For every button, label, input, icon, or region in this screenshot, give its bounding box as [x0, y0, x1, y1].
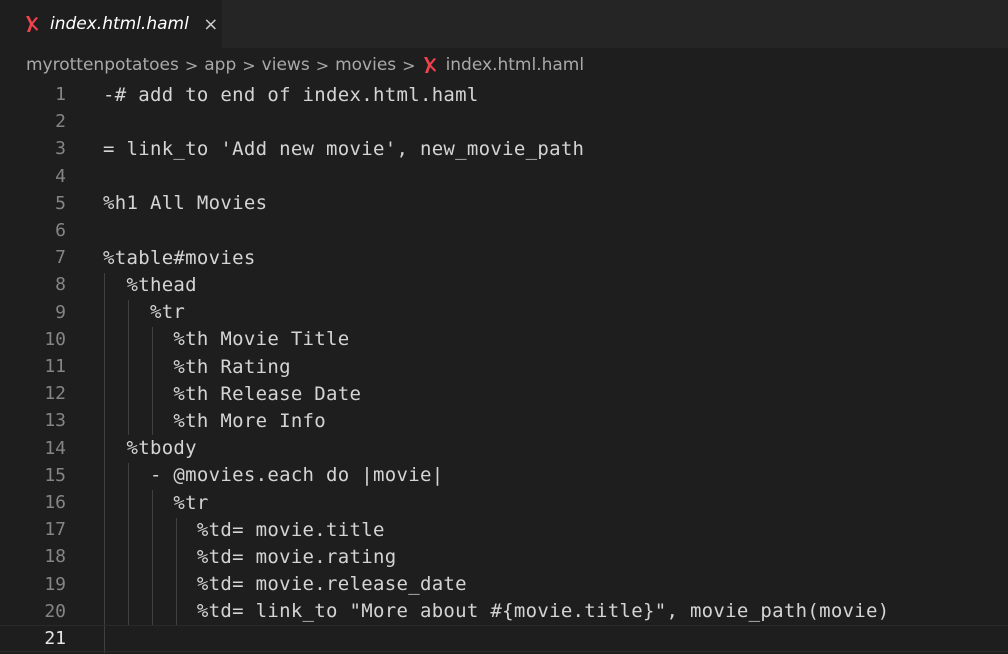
line-number: 14	[44, 437, 66, 459]
line-number: 5	[55, 192, 66, 214]
code-text: %td= movie.rating	[103, 545, 397, 568]
line-number: 8	[55, 274, 66, 296]
code-line[interactable]: 3 = link_to 'Add new movie', new_movie_pa…	[0, 135, 1008, 162]
code-line[interactable]: 8 %thead	[0, 271, 1008, 298]
line-number: 4	[55, 165, 66, 187]
code-line[interactable]: 13 %th More Info	[0, 407, 1008, 434]
code-line[interactable]: 19 %td= movie.release_date	[0, 571, 1008, 598]
code-line[interactable]: 11 %th Rating	[0, 353, 1008, 380]
code-editor[interactable]: 1 -# add to end of index.html.haml 2 3 = lin…	[0, 82, 1008, 654]
line-number: 11	[44, 356, 66, 377]
code-text: %h1 All Movies	[103, 192, 268, 215]
code-line[interactable]: 12 %th Release Date	[0, 380, 1008, 407]
line-number: 3	[55, 138, 66, 160]
code-text: %tr	[103, 491, 209, 514]
line-number: 7	[55, 247, 66, 269]
chevron-right-icon: >	[242, 55, 256, 75]
code-text: %thead	[103, 273, 197, 296]
code-line[interactable]: 10 %th Movie Title	[0, 326, 1008, 353]
code-text: = link_to 'Add new movie', new_movie_pat…	[103, 137, 585, 160]
code-line[interactable]: 4	[0, 163, 1008, 190]
code-line[interactable]: 5 %h1 All Movies	[0, 190, 1008, 217]
line-number: 13	[44, 410, 66, 432]
line-number: 6	[55, 220, 66, 241]
breadcrumb-item-app[interactable]: app	[204, 55, 236, 75]
code-line[interactable]: 1 -# add to end of index.html.haml	[0, 81, 1008, 108]
code-line[interactable]: 20 %td= link_to "More about #{movie.titl…	[0, 598, 1008, 625]
line-number: 1	[55, 84, 66, 105]
code-line[interactable]: 14 %tbody	[0, 435, 1008, 462]
line-number: 17	[44, 519, 66, 541]
code-text: %td= link_to "More about #{movie.title}"…	[103, 600, 890, 623]
code-text: - @movies.each do |movie|	[103, 464, 444, 487]
code-text: %td= movie.title	[103, 518, 385, 541]
code-line[interactable]: 2	[0, 108, 1008, 135]
tab-label: index.html.haml	[50, 14, 189, 34]
line-number: 2	[55, 111, 66, 133]
code-text: -# add to end of index.html.haml	[103, 83, 479, 106]
code-line[interactable]: 18 %td= movie.rating	[0, 543, 1008, 570]
code-line[interactable]: 16 %tr	[0, 489, 1008, 516]
breadcrumb-item-movies[interactable]: movies	[335, 55, 396, 75]
chevron-right-icon: >	[184, 55, 199, 75]
haml-file-icon	[24, 15, 40, 33]
line-number: 9	[55, 301, 66, 323]
line-number: 18	[44, 546, 66, 568]
code-line[interactable]: 17 %td= movie.title	[0, 516, 1008, 543]
code-line[interactable]: 21	[0, 625, 1008, 652]
code-line[interactable]: 7 %table#movies	[0, 244, 1008, 271]
breadcrumb-item-myrottenpotatoes[interactable]: myrottenpotatoes	[26, 55, 179, 75]
code-line[interactable]: 15 - @movies.each do |movie|	[0, 462, 1008, 489]
line-number: 12	[44, 383, 66, 405]
breadcrumb-item-file[interactable]: index.html.haml	[422, 55, 585, 75]
line-number: 20	[44, 600, 66, 622]
line-number: 21	[44, 628, 66, 649]
haml-file-icon	[422, 56, 438, 74]
line-number: 16	[44, 492, 66, 513]
code-line[interactable]: 9 %tr	[0, 299, 1008, 326]
code-text: %th Movie Title	[103, 328, 350, 351]
code-text: %td= movie.release_date	[103, 573, 467, 596]
breadcrumb-item-views[interactable]: views	[262, 55, 310, 75]
tab-bar: index.html.haml ×	[0, 0, 1008, 48]
tab-index-html-haml[interactable]: index.html.haml ×	[0, 0, 222, 48]
line-number: 19	[44, 573, 66, 595]
line-number: 10	[44, 328, 66, 350]
close-icon[interactable]: ×	[201, 14, 221, 35]
chevron-right-icon: >	[315, 55, 330, 75]
code-text: %table#movies	[103, 246, 256, 269]
code-text: %tr	[103, 301, 186, 324]
code-text: %th Rating	[103, 355, 291, 378]
code-text: %th Release Date	[103, 382, 362, 405]
breadcrumb: myrottenpotatoes > app > views > movies …	[0, 48, 1008, 82]
code-line[interactable]: 6	[0, 217, 1008, 244]
chevron-right-icon: >	[402, 55, 416, 75]
line-number: 15	[44, 464, 66, 486]
code-text: %tbody	[103, 437, 197, 460]
code-text: %th More Info	[103, 409, 327, 432]
breadcrumb-file-label: index.html.haml	[445, 55, 585, 75]
